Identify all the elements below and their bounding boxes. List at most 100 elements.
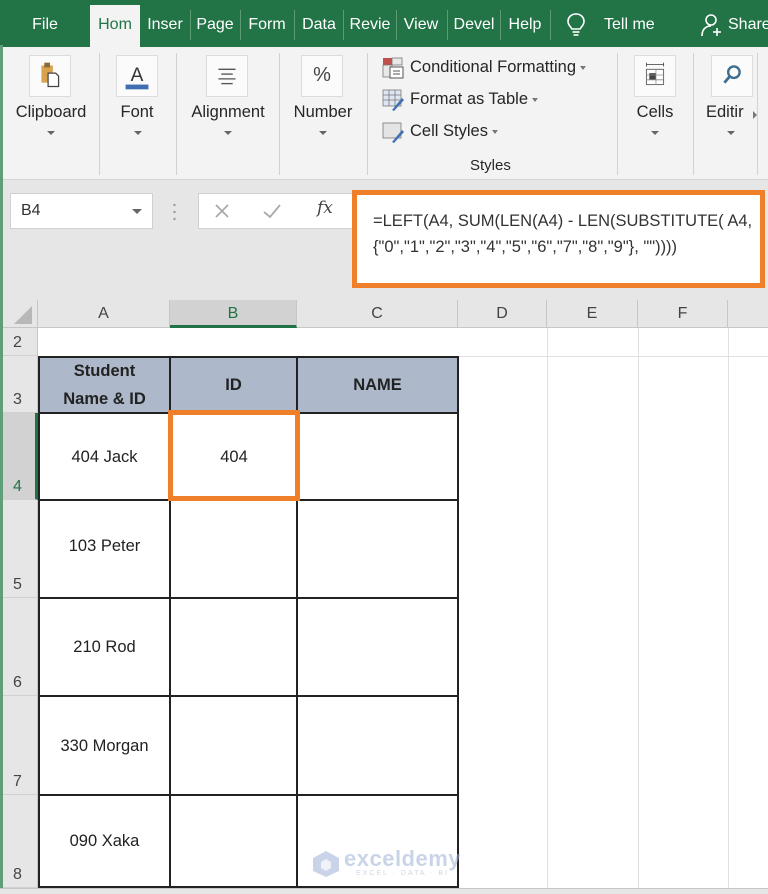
insert-function-icon[interactable]: fx <box>317 198 333 218</box>
conditional-formatting-icon <box>382 57 404 79</box>
excel-window: File Hom Inser Page Form Data Revie View… <box>0 0 768 894</box>
cells-button[interactable] <box>634 55 676 97</box>
formula-input-highlighted[interactable]: =LEFT(A4, SUM(LEN(A4) - LEN(SUBSTITUTE( … <box>352 190 765 288</box>
group-separator <box>367 53 368 175</box>
alignment-button[interactable] <box>206 55 248 97</box>
name-box[interactable]: B4 <box>10 193 153 229</box>
tab-insert[interactable]: Inser <box>142 0 188 47</box>
row-header-6[interactable]: 6 <box>0 598 38 696</box>
search-icon <box>723 65 741 84</box>
row-header-8[interactable]: 8 <box>0 795 38 888</box>
column-header-b[interactable]: B <box>170 300 297 328</box>
tab-formulas[interactable]: Form <box>243 0 291 47</box>
column-header-e[interactable]: E <box>547 300 638 328</box>
group-separator <box>693 53 694 175</box>
lightbulb-icon[interactable] <box>566 12 586 38</box>
row-header-7[interactable]: 7 <box>0 696 38 795</box>
cell-styles-icon <box>382 122 404 143</box>
editing-dropdown-caret[interactable] <box>727 131 735 135</box>
cell-c7[interactable] <box>299 698 457 794</box>
cell-c4[interactable] <box>299 415 457 499</box>
share-person-icon[interactable] <box>700 13 724 37</box>
gridline <box>728 328 729 888</box>
select-all-button[interactable] <box>0 300 38 328</box>
table-header-name[interactable]: NAME <box>297 357 458 413</box>
align-center-icon <box>218 68 236 85</box>
cell-b8[interactable] <box>172 797 296 886</box>
column-header-d[interactable]: D <box>458 300 547 328</box>
format-as-table-icon <box>382 89 404 111</box>
number-dropdown-caret[interactable] <box>319 131 327 135</box>
tab-developer[interactable]: Devel <box>450 0 498 47</box>
number-button[interactable]: % <box>301 55 343 97</box>
table-header-student-name-id[interactable]: Student Name & ID <box>39 357 170 413</box>
tell-me-search[interactable]: Tell me <box>604 0 655 47</box>
cell-a6[interactable]: 210 Rod <box>40 600 169 695</box>
header-line-2: Name & ID <box>63 390 146 408</box>
table-line <box>38 597 459 599</box>
svg-text:A: A <box>131 65 144 86</box>
alignment-dropdown-caret[interactable] <box>224 131 232 135</box>
percent-icon: % <box>313 64 331 86</box>
table-line <box>38 412 459 414</box>
conditional-formatting-label: Conditional Formatting <box>410 58 576 76</box>
gridline <box>547 328 548 888</box>
tab-review[interactable]: Revie <box>345 0 395 47</box>
cell-b7[interactable] <box>172 698 296 794</box>
tab-page-layout[interactable]: Page <box>192 0 238 47</box>
tab-view[interactable]: View <box>398 0 444 47</box>
cells-dropdown-caret[interactable] <box>651 131 659 135</box>
chevron-down-icon[interactable] <box>132 209 142 214</box>
share-button[interactable]: Share <box>728 0 768 47</box>
chevron-down-icon <box>491 129 498 134</box>
formula-text: =LEFT(A4, SUM(LEN(A4) - LEN(SUBSTITUTE( … <box>373 212 753 256</box>
ribbon-home: Clipboard A Font Alignment % Number Cond… <box>0 47 768 180</box>
clipboard-button[interactable] <box>29 55 71 97</box>
alignment-group-label: Alignment <box>191 103 265 121</box>
font-dropdown-caret[interactable] <box>134 131 142 135</box>
row-header-3[interactable]: 3 <box>0 356 38 413</box>
cell-a5[interactable]: 103 Peter <box>40 502 169 597</box>
row-header-4[interactable]: 4 <box>0 413 38 500</box>
exceldemy-watermark: exceldemy EXCEL · DATA · BI <box>312 846 461 882</box>
clipboard-dropdown-caret[interactable] <box>47 131 55 135</box>
column-header-a[interactable]: A <box>38 300 170 328</box>
cell-b5[interactable] <box>172 502 296 597</box>
table-line <box>296 356 298 888</box>
tab-separator <box>396 10 397 40</box>
cell-b4[interactable]: 404 <box>172 415 296 499</box>
drag-handle-icon[interactable] <box>173 202 176 222</box>
select-all-triangle-icon <box>14 306 32 324</box>
name-box-value: B4 <box>21 202 41 219</box>
cell-c5[interactable] <box>299 502 457 597</box>
cells-group-label: Cells <box>636 103 674 121</box>
table-header-id[interactable]: ID <box>170 357 297 413</box>
font-button[interactable]: A <box>116 55 158 97</box>
cell-a4[interactable]: 404 Jack <box>40 415 169 499</box>
group-separator <box>176 53 177 175</box>
tab-data[interactable]: Data <box>297 0 341 47</box>
column-header-c[interactable]: C <box>297 300 458 328</box>
checkmark-icon[interactable] <box>262 202 282 220</box>
cell-styles-label: Cell Styles <box>410 122 488 140</box>
cell-a7[interactable]: 330 Morgan <box>40 698 169 794</box>
tab-home[interactable]: Hom <box>90 5 140 47</box>
formula-bar-area: B4 fx =LEFT(A4, SUM(LEN(A4) - LEN(SUBSTI… <box>0 180 768 300</box>
group-separator <box>757 53 758 175</box>
tab-file[interactable]: File <box>18 0 72 47</box>
table-line <box>38 695 459 697</box>
tab-help[interactable]: Help <box>502 0 548 47</box>
sheet-tab-bar <box>0 888 768 894</box>
row-header-2[interactable]: 2 <box>0 328 38 356</box>
cancel-x-icon[interactable] <box>213 202 231 220</box>
clipboard-group-label: Clipboard <box>15 103 87 121</box>
column-header-g-partial[interactable] <box>728 300 768 328</box>
cell-a8[interactable]: 090 Xaka <box>40 797 169 886</box>
cell-c6[interactable] <box>299 600 457 695</box>
ribbon-tab-bar: File Hom Inser Page Form Data Revie View… <box>0 0 768 47</box>
row-header-5[interactable]: 5 <box>0 500 38 598</box>
editing-button[interactable] <box>711 55 753 97</box>
cell-b6[interactable] <box>172 600 296 695</box>
tab-separator <box>240 10 241 40</box>
column-header-f[interactable]: F <box>638 300 728 328</box>
